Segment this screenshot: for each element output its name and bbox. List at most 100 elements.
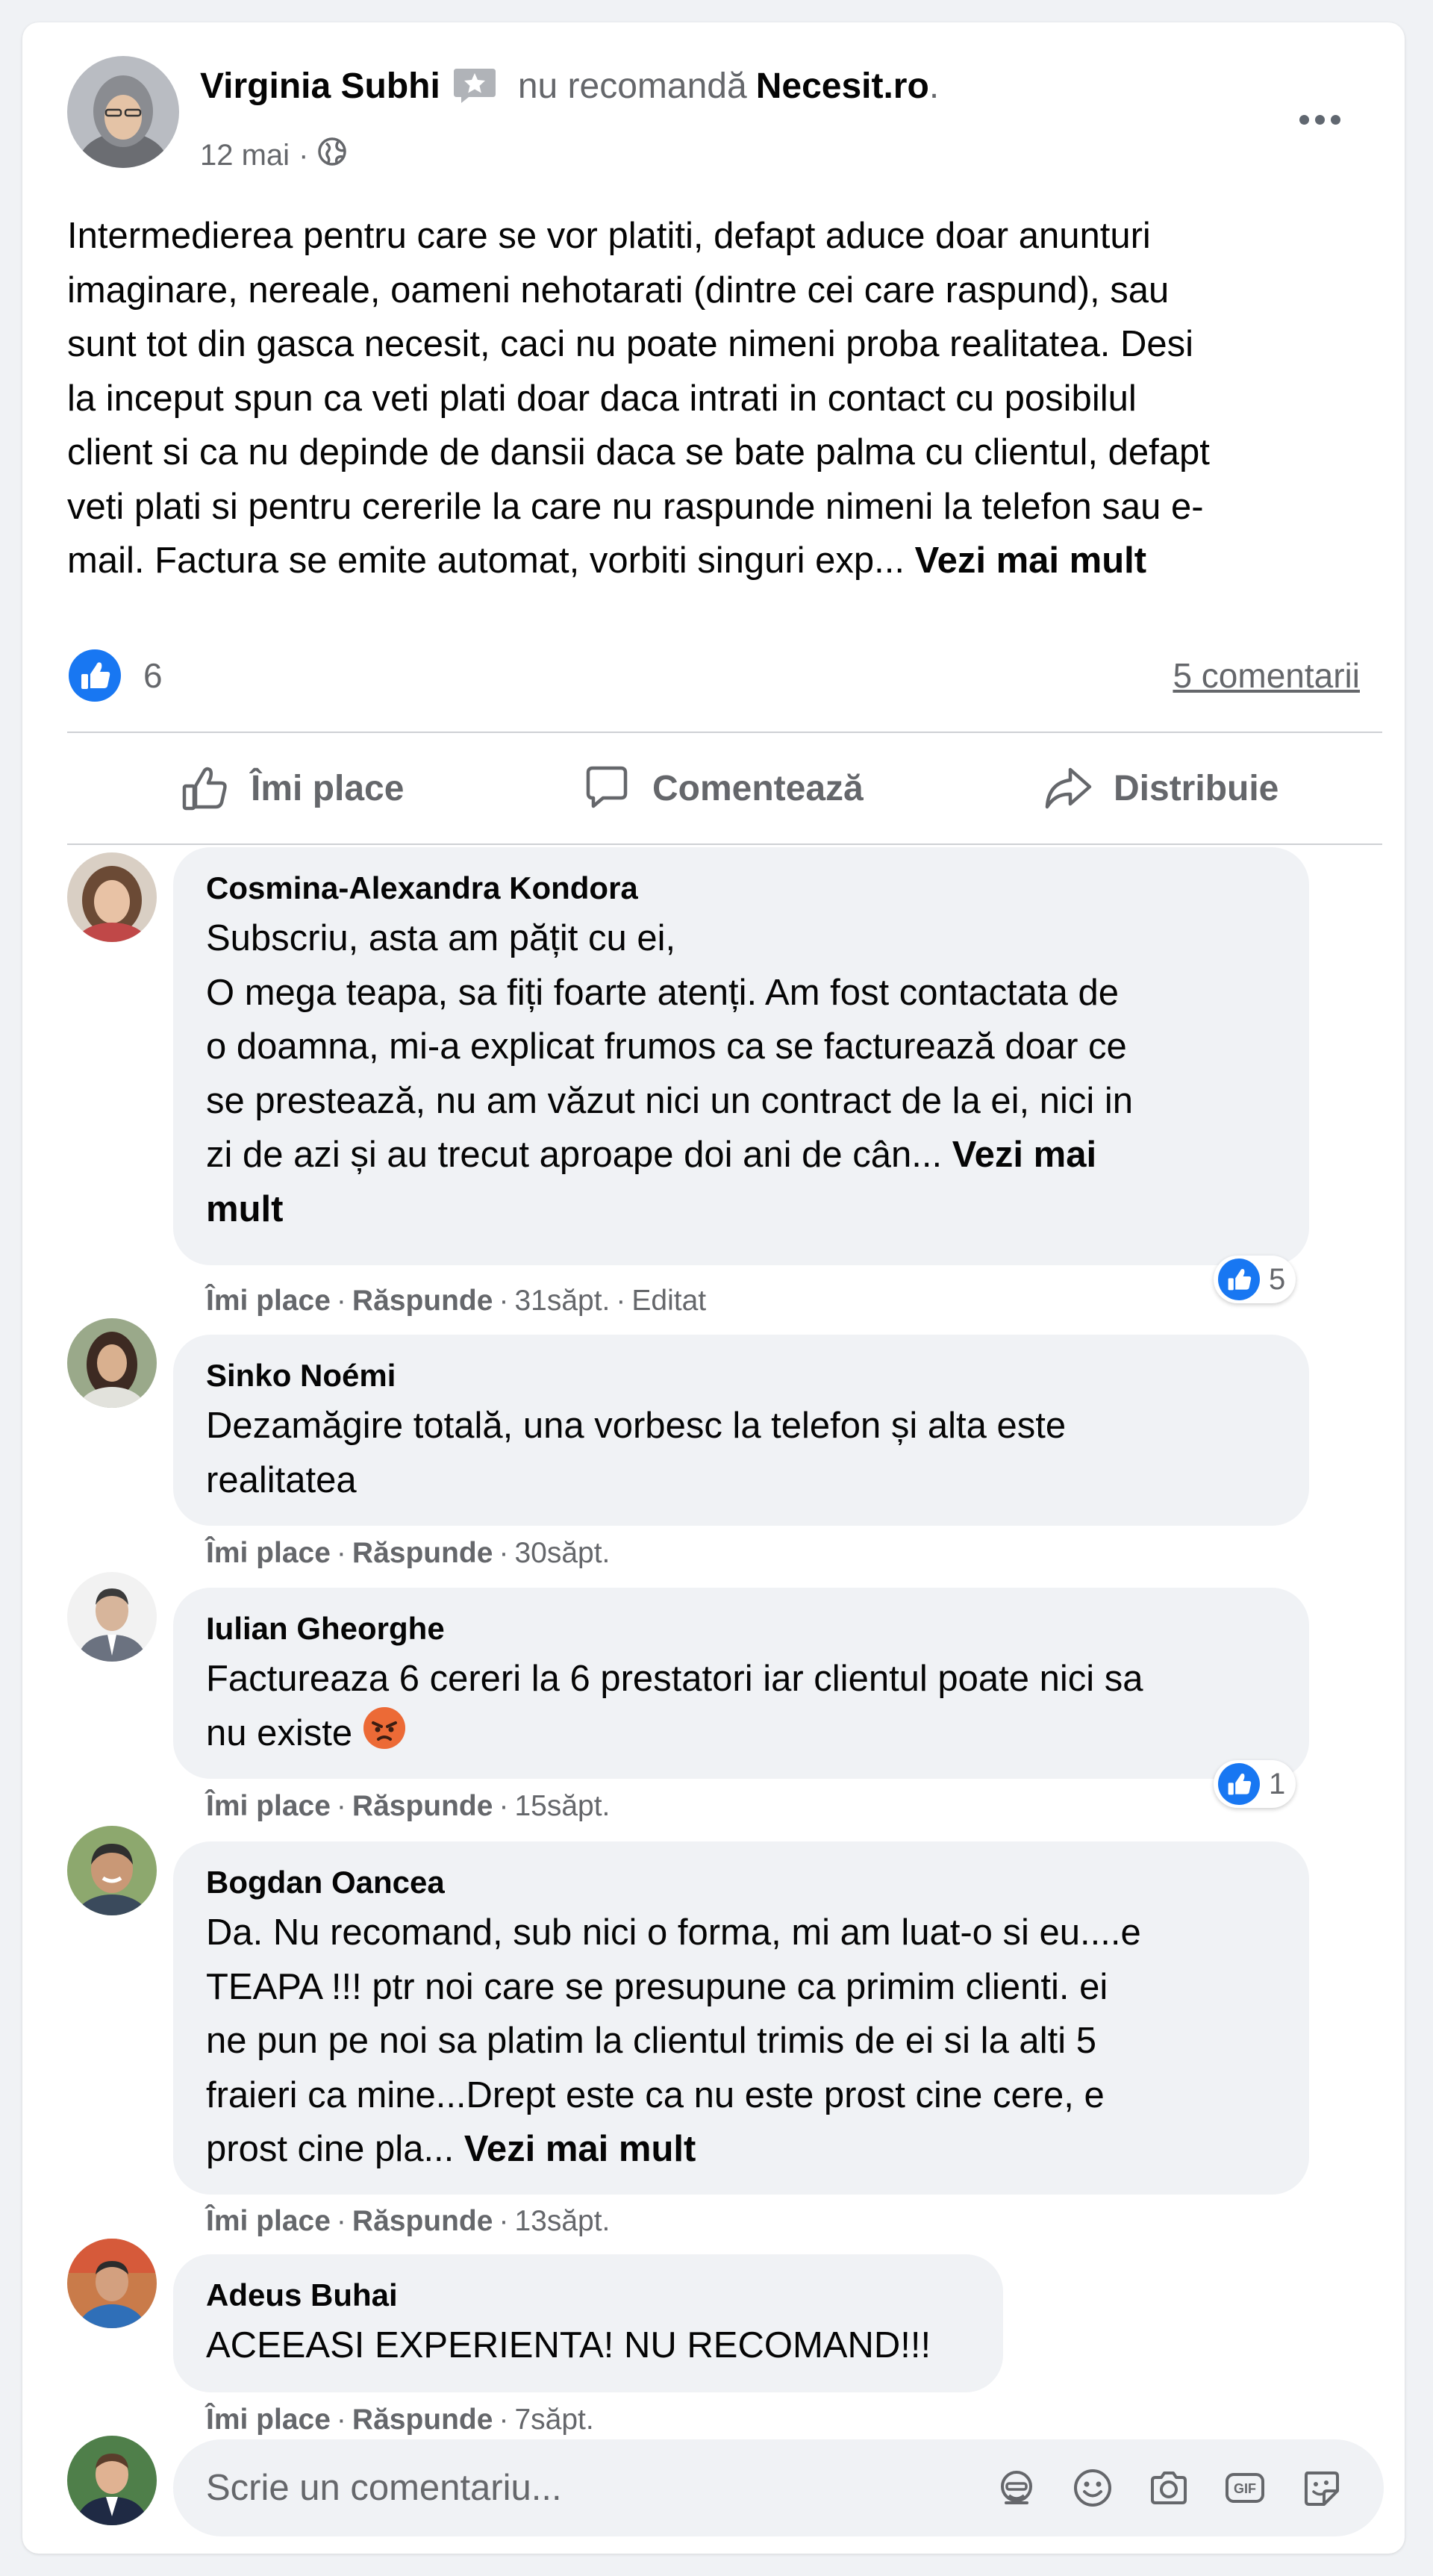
current-user-avatar[interactable] [67, 2436, 157, 2525]
emoji-icon[interactable] [1072, 2467, 1114, 2509]
post-line: Intermedierea pentru care se vor platiti… [67, 216, 1151, 256]
svg-text:GIF: GIF [1234, 2481, 1256, 2496]
share-button-label: Distribuie [1114, 768, 1279, 808]
like-reaction-icon[interactable] [69, 649, 121, 702]
divider [67, 843, 1382, 845]
post-line: la inceput spun ca veti plati doar daca … [67, 378, 1137, 419]
post-line-text: mail. Factura se emite automat, vorbiti … [67, 540, 905, 581]
comment-line: ACEEASI EXPERIENTA! NU RECOMAND!!! [206, 2325, 931, 2366]
comment-time[interactable]: 7săpt. [514, 2404, 593, 2436]
comment-time[interactable]: 30săpt. [514, 1537, 610, 1570]
like-reaction-icon [1218, 1763, 1260, 1805]
comment-time[interactable]: 31săpt. [514, 1285, 610, 1317]
comment-line: Da. Nu recomand, sub nici o forma, mi am… [206, 1912, 1141, 1953]
comment-actions: Îmi place · Răspunde · 31săpt. · Editat [206, 1285, 707, 1317]
comment-line: Subscriu, asta am pățit cu ei, [206, 918, 676, 958]
post-line: mail. Factura se emite automat, vorbiti … [67, 534, 1390, 588]
commenter-name[interactable]: Adeus Buhai [206, 2272, 969, 2318]
comment-text: Factureaza 6 cereri la 6 prestatori iar … [206, 1652, 1275, 1765]
comment-actions: Îmi place · Răspunde · 13săpt. [206, 2205, 611, 2238]
comment-line: fraieri ca mine...Drept este ca nu este … [206, 2074, 1105, 2115]
edited-label: Editat [631, 1285, 707, 1317]
comment-reply-button[interactable]: Răspunde [352, 1537, 493, 1570]
commenter-name[interactable]: Sinko Noémi [206, 1353, 1275, 1399]
comment-bubble: Adeus Buhai ACEEASI EXPERIENTA! NU RECOM… [173, 2254, 1003, 2392]
commenter-avatar[interactable] [67, 1318, 157, 1408]
avatar-sticker-icon[interactable] [996, 2467, 1037, 2509]
comment-line: nu existe [206, 1706, 1275, 1765]
comment-line: o doamna, mi-a explicat frumos ca se fac… [206, 1026, 1127, 1067]
commenter-avatar[interactable] [67, 1826, 157, 1915]
comment-input[interactable]: Scrie un comentariu... GIF [173, 2439, 1384, 2536]
like-reaction-icon [1218, 1259, 1260, 1300]
like-button-label: Îmi place [251, 768, 405, 808]
comment-reaction-badge[interactable]: 1 [1214, 1760, 1296, 1808]
comment-line: se prestează, nu am văzut nici un contra… [206, 1080, 1133, 1121]
comment-time[interactable]: 13săpt. [514, 2205, 610, 2238]
share-button[interactable]: Distribuie [1042, 746, 1279, 830]
post-line: veti plati si pentru cererile la care nu… [67, 486, 1204, 527]
commenter-name[interactable]: Bogdan Oancea [206, 1859, 1275, 1906]
post-date[interactable]: 12 mai [200, 139, 290, 172]
comment-reply-button[interactable]: Răspunde [352, 1285, 493, 1317]
reaction-count[interactable]: 6 [143, 653, 163, 698]
comment-bubble: Cosmina-Alexandra Kondora Subscriu, asta… [173, 847, 1309, 1265]
comment-line: O mega teapa, sa fiți foarte atenți. Am … [206, 972, 1119, 1013]
post-header-line: Virginia Subhi nu recomandă Necesit.ro. [200, 60, 939, 112]
comments-count-link[interactable]: 5 comentarii [1173, 653, 1360, 698]
share-arrow-icon [1045, 767, 1092, 809]
comment-line: realitatea [206, 1459, 357, 1500]
recommendation-badge-icon [452, 66, 497, 106]
commenter-avatar[interactable] [67, 1572, 157, 1662]
comment-line: zi de azi și au trecut aproape doi ani d… [206, 1128, 1275, 1182]
divider [67, 732, 1382, 733]
see-more-link[interactable]: Vezi mai [952, 1135, 1096, 1175]
commenter-avatar[interactable] [67, 852, 157, 942]
camera-icon[interactable] [1148, 2467, 1190, 2509]
commenter-avatar[interactable] [67, 2239, 157, 2328]
comment-like-button[interactable]: Îmi place [206, 2205, 331, 2238]
commenter-name[interactable]: Cosmina-Alexandra Kondora [206, 865, 1275, 911]
see-more-link[interactable]: Vezi mai mult [915, 540, 1146, 581]
post-body: Intermedierea pentru care se vor platiti… [67, 209, 1390, 588]
comment-line: Factureaza 6 cereri la 6 prestatori iar … [206, 1659, 1143, 1699]
see-more-link[interactable]: Vezi mai mult [464, 2129, 696, 2169]
comment-like-button[interactable]: Îmi place [206, 1285, 331, 1317]
author-avatar[interactable] [67, 56, 179, 168]
speech-bubble-icon [586, 766, 628, 808]
comment-reaction-badge[interactable]: 5 [1214, 1256, 1296, 1303]
comment-like-button[interactable]: Îmi place [206, 2404, 331, 2436]
post-line: imaginare, nereale, oameni nehotarati (d… [67, 269, 1170, 311]
comment-text: Dezamăgire totală, una vorbesc la telefo… [206, 1399, 1275, 1507]
comment-button[interactable]: Comentează [581, 746, 864, 830]
comment-reply-button[interactable]: Răspunde [352, 1790, 493, 1823]
comment-reply-button[interactable]: Răspunde [352, 2404, 493, 2436]
comment-actions: Îmi place · Răspunde · 15săpt. [206, 1790, 611, 1823]
globe-icon [317, 137, 347, 174]
post-line: sunt tot din gasca necesit, caci nu poat… [67, 324, 1193, 364]
comment-line: Dezamăgire totală, una vorbesc la telefo… [206, 1406, 1067, 1446]
sticker-icon[interactable] [1300, 2467, 1342, 2509]
comment-button-label: Comentează [652, 768, 864, 808]
commenter-name[interactable]: Iulian Gheorghe [206, 1606, 1275, 1652]
comment-like-button[interactable]: Îmi place [206, 1537, 331, 1570]
comment-like-button[interactable]: Îmi place [206, 1790, 331, 1823]
gif-icon[interactable]: GIF [1224, 2467, 1266, 2509]
comment-bubble: Sinko Noémi Dezamăgire totală, una vorbe… [173, 1335, 1309, 1526]
recommendation-verb: nu recomandă [517, 66, 747, 106]
author-name[interactable]: Virginia Subhi [200, 66, 440, 107]
period: . [928, 66, 940, 106]
more-options-icon[interactable] [1284, 97, 1355, 142]
comment-line: TEAPA !!! ptr noi care se presupune ca p… [206, 1966, 1108, 2007]
comment-time[interactable]: 15săpt. [514, 1790, 610, 1823]
comment-text: ACEEASI EXPERIENTA! NU RECOMAND!!! [206, 2318, 969, 2373]
comment-input-placeholder: Scrie un comentariu... [206, 2468, 562, 2508]
page-name[interactable]: Necesit.ro [756, 66, 929, 107]
comment-reply-button[interactable]: Răspunde [352, 2205, 493, 2238]
comment-bubble: Iulian Gheorghe Factureaza 6 cereri la 6… [173, 1588, 1309, 1779]
thumbs-up-icon [182, 767, 227, 811]
see-more-link-continued[interactable]: mult [206, 1189, 283, 1229]
like-button[interactable]: Îmi place [179, 746, 404, 830]
post-line: client si ca nu depinde de dansii daca s… [67, 432, 1210, 473]
reaction-count: 5 [1269, 1262, 1286, 1296]
